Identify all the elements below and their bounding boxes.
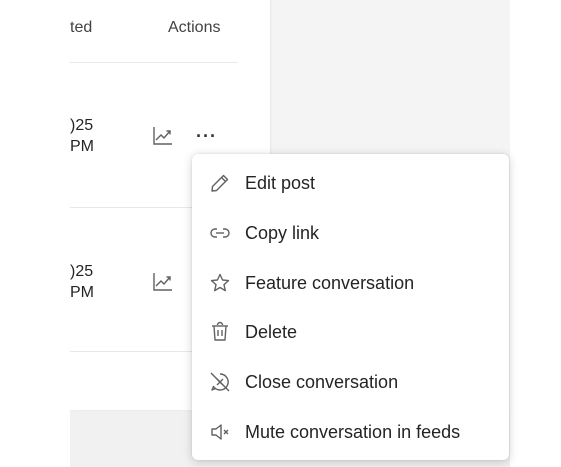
menu-item-label: Feature conversation bbox=[245, 272, 415, 293]
menu-item-mute-conversation[interactable]: Mute conversation in feeds bbox=[192, 412, 509, 452]
menu-item-label: Copy link bbox=[245, 222, 320, 243]
column-header-updated[interactable]: ted bbox=[70, 19, 92, 37]
trash-icon bbox=[212, 321, 228, 341]
analytics-icon[interactable] bbox=[151, 270, 175, 294]
menu-item-copy-link[interactable]: Copy link bbox=[192, 213, 509, 253]
updated-date-line2: PM bbox=[70, 138, 94, 155]
post-actions-menu: Edit post Copy link Feature conversation bbox=[192, 154, 509, 460]
more-actions-button[interactable]: ··· bbox=[196, 127, 217, 145]
menu-item-label: Close conversation bbox=[245, 371, 399, 392]
updated-date-line1: )25 bbox=[70, 263, 94, 280]
menu-item-label: Edit post bbox=[245, 172, 316, 193]
updated-date: )25 PM bbox=[70, 115, 94, 157]
menu-item-label: Mute conversation in feeds bbox=[245, 421, 461, 442]
menu-item-feature-conversation[interactable]: Feature conversation bbox=[192, 263, 509, 303]
menu-item-delete[interactable]: Delete bbox=[192, 312, 509, 352]
menu-item-close-conversation[interactable]: Close conversation bbox=[192, 362, 509, 402]
pencil-icon bbox=[211, 174, 229, 192]
analytics-icon[interactable] bbox=[151, 124, 175, 148]
link-icon bbox=[210, 228, 230, 238]
mute-speaker-icon bbox=[211, 424, 229, 440]
screen: ted Actions )25 PM ··· )25 PM Edit post … bbox=[0, 0, 561, 467]
updated-date-line1: )25 bbox=[70, 117, 94, 134]
menu-item-edit-post[interactable]: Edit post bbox=[192, 163, 509, 203]
updated-date: )25 PM bbox=[70, 261, 94, 303]
menu-item-label: Delete bbox=[245, 321, 298, 342]
close-conversation-icon bbox=[210, 372, 230, 392]
star-icon bbox=[210, 273, 230, 292]
header-divider bbox=[70, 62, 238, 63]
updated-date-line2: PM bbox=[70, 284, 94, 301]
column-header-actions: Actions bbox=[168, 19, 221, 36]
